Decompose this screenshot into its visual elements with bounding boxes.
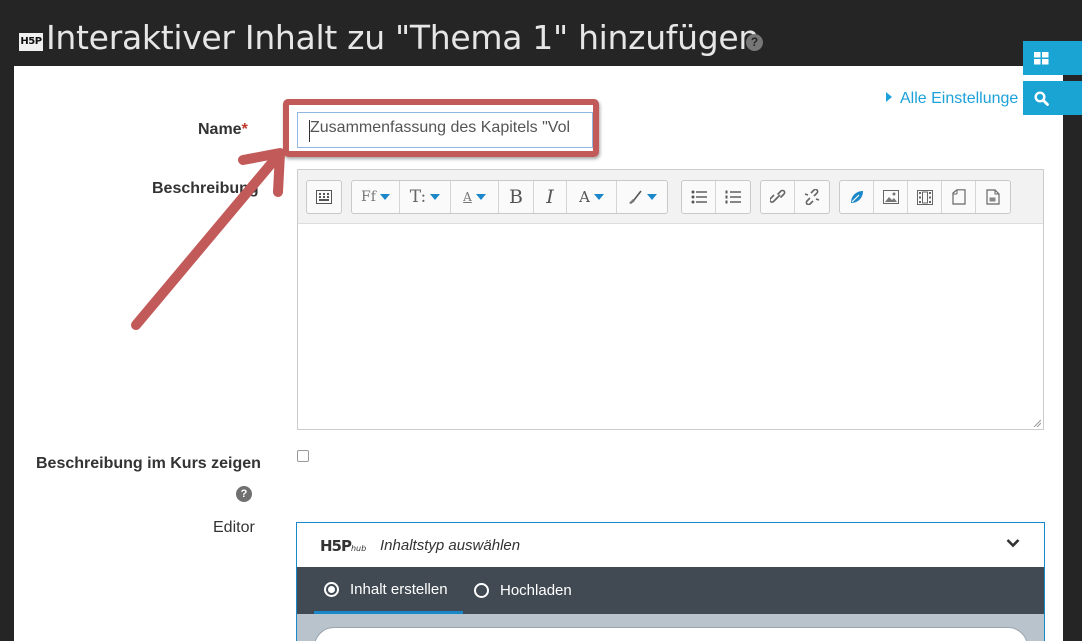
resize-handle-icon[interactable] <box>1033 419 1041 427</box>
h5p-file-icon <box>986 189 1000 205</box>
emoji-button[interactable] <box>840 181 874 213</box>
search-icon <box>1034 90 1049 106</box>
italic-button[interactable]: I <box>534 181 567 213</box>
brush-icon <box>629 190 642 204</box>
h5p-logo-icon: H5P <box>19 33 43 51</box>
caret-right-icon <box>886 92 892 102</box>
name-label: Name* <box>198 121 248 139</box>
radio-unselected-icon <box>474 583 489 598</box>
show-description-checkbox[interactable] <box>297 450 309 462</box>
hub-search-input[interactable] <box>314 627 1028 641</box>
blocks-icon <box>1034 51 1049 64</box>
tab-upload-label: Hochladen <box>500 582 572 599</box>
blocks-drawer-button[interactable] <box>1023 41 1082 75</box>
hub-header[interactable]: H5Phub Inhaltstyp auswählen <box>297 523 1044 567</box>
h5p-hub: H5Phub Inhaltstyp auswählen Inhalt erste… <box>296 522 1045 641</box>
toolbar-group-media <box>839 180 1011 214</box>
bold-button[interactable]: B <box>499 181 534 213</box>
unlink-button[interactable] <box>795 181 829 213</box>
help-icon[interactable]: ? <box>746 34 763 51</box>
toolbar-group-links <box>760 180 830 214</box>
search-drawer-button[interactable] <box>1023 81 1082 115</box>
font-family-glyph: Ff <box>361 189 376 205</box>
dropdown-icon <box>647 194 657 200</box>
hub-logo-sub: hub <box>350 544 367 553</box>
font-size-button[interactable]: T: <box>400 181 451 213</box>
all-settings-link[interactable]: Alle Einstellunge <box>886 90 1018 108</box>
style-glyph: A <box>463 190 472 204</box>
tab-create-content[interactable]: Inhalt erstellen <box>314 567 463 614</box>
numbered-list-button[interactable] <box>716 181 750 213</box>
keyboard-icon <box>316 190 332 204</box>
media-button[interactable] <box>908 181 942 213</box>
manage-files-button[interactable] <box>942 181 976 213</box>
tab-upload[interactable]: Hochladen <box>474 567 572 614</box>
hub-body <box>297 614 1044 641</box>
hub-tabs: Inhalt erstellen Hochladen <box>297 567 1044 614</box>
hub-logo-text: H5P <box>320 537 352 555</box>
font-family-button[interactable]: Ff <box>352 181 400 213</box>
bold-glyph: B <box>509 186 523 208</box>
page-header: H5P Interaktiver Inhalt zu "Thema 1" hin… <box>0 0 1082 66</box>
leaf-icon <box>850 191 863 203</box>
dropdown-icon <box>475 194 486 200</box>
description-editor[interactable]: Ff T: A B I A <box>297 169 1044 430</box>
help-icon[interactable]: ? <box>236 486 252 502</box>
image-button[interactable] <box>874 181 908 213</box>
font-size-glyph: T: <box>409 187 427 207</box>
chevron-down-icon[interactable] <box>1006 538 1020 548</box>
unlink-icon <box>804 189 820 205</box>
font-color-glyph: A <box>579 188 590 206</box>
background-color-button[interactable] <box>617 181 667 213</box>
required-mark: * <box>241 121 248 138</box>
toolbar-group-toggle <box>306 180 342 214</box>
dropdown-icon <box>430 194 441 200</box>
link-button[interactable] <box>761 181 795 213</box>
show-description-label: Beschreibung im Kurs zeigen <box>36 455 261 472</box>
toolbar-group-lists <box>681 180 751 214</box>
bullet-list-icon <box>691 190 707 204</box>
radio-selected-icon <box>324 581 339 597</box>
link-icon <box>769 189 785 203</box>
editor-toolbar: Ff T: A B I A <box>298 170 1043 224</box>
page-title: Interaktiver Inhalt zu "Thema 1" hinzufü… <box>46 18 760 57</box>
editor-label: Editor <box>213 519 255 536</box>
annotation-arrow-icon <box>131 148 285 330</box>
numbered-list-icon <box>725 190 741 204</box>
annotation-highlight-box <box>283 99 599 157</box>
film-icon <box>916 189 933 205</box>
tab-create-content-label: Inhalt erstellen <box>350 580 448 598</box>
bullet-list-button[interactable] <box>682 181 716 213</box>
image-icon <box>882 190 899 204</box>
h5p-hub-logo: H5Phub <box>320 537 366 555</box>
toolbar-group-format: Ff T: A B I A <box>351 180 668 214</box>
toolbar-toggle-button[interactable] <box>307 181 341 213</box>
name-label-text: Name <box>198 121 242 138</box>
style-button[interactable]: A <box>451 181 499 213</box>
italic-glyph: I <box>546 186 554 208</box>
files-icon <box>951 189 966 205</box>
all-settings-label: Alle Einstellunge <box>900 90 1019 107</box>
dropdown-icon <box>593 194 604 200</box>
hub-title: Inhaltstyp auswählen <box>380 537 521 554</box>
font-color-button[interactable]: A <box>567 181 617 213</box>
h5p-button[interactable] <box>976 181 1010 213</box>
dropdown-icon <box>379 194 390 200</box>
